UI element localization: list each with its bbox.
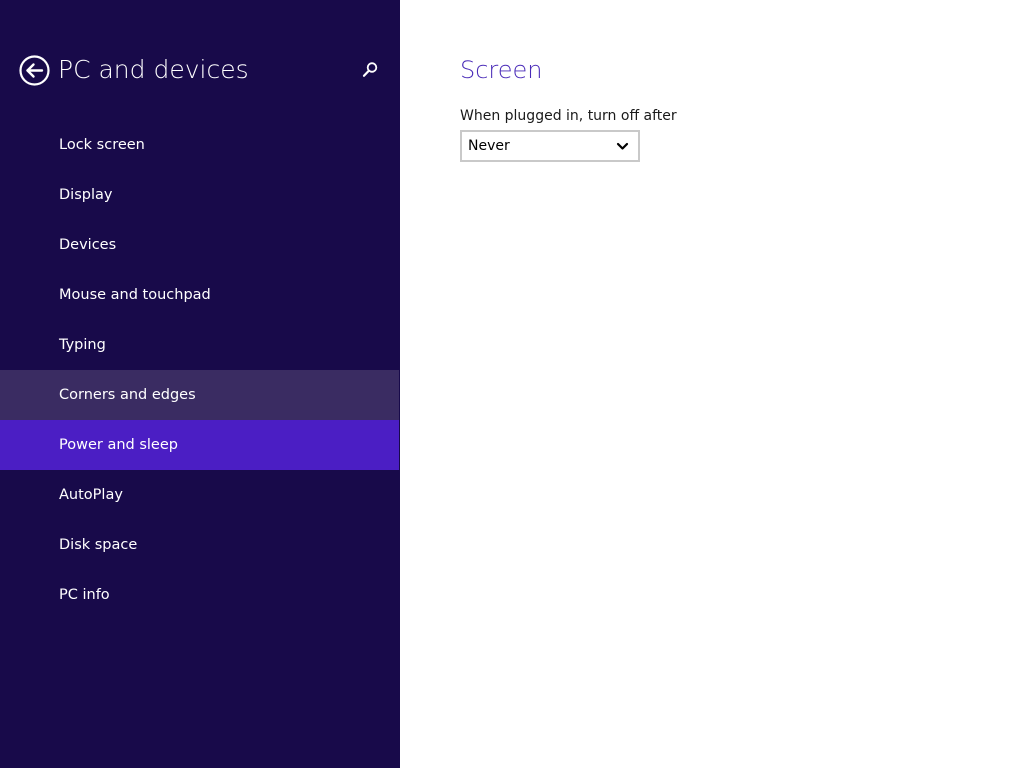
sidebar-item-lock-screen[interactable]: Lock screen [0, 120, 399, 170]
sidebar-item-disk-space[interactable]: Disk space [0, 520, 399, 570]
sidebar-item-display[interactable]: Display [0, 170, 399, 220]
settings-window: PC and devices Lock screen Display Devic… [0, 0, 1024, 768]
sidebar: PC and devices Lock screen Display Devic… [0, 0, 400, 768]
chevron-down-icon [616, 140, 629, 153]
sidebar-item-corners-and-edges[interactable]: Corners and edges [0, 370, 399, 420]
search-button[interactable] [360, 60, 380, 80]
back-arrow-circle-icon [19, 55, 50, 86]
section-title-screen: Screen [460, 56, 543, 84]
sidebar-item-power-and-sleep[interactable]: Power and sleep [0, 420, 399, 470]
sidebar-item-mouse-and-touchpad[interactable]: Mouse and touchpad [0, 270, 399, 320]
page-title: PC and devices [58, 55, 249, 84]
sidebar-item-typing[interactable]: Typing [0, 320, 399, 370]
sidebar-item-pc-info[interactable]: PC info [0, 570, 399, 620]
sidebar-item-autoplay[interactable]: AutoPlay [0, 470, 399, 520]
search-icon [362, 62, 378, 77]
sidebar-nav: Lock screen Display Devices Mouse and to… [0, 120, 399, 620]
dropdown-selected-value: Never [468, 138, 510, 154]
main-content: Screen When plugged in, turn off after N… [400, 0, 1024, 768]
screen-timeout-label: When plugged in, turn off after [460, 108, 677, 124]
back-button[interactable] [19, 55, 50, 86]
screen-timeout-dropdown[interactable]: Never [460, 130, 640, 162]
sidebar-item-devices[interactable]: Devices [0, 220, 399, 270]
